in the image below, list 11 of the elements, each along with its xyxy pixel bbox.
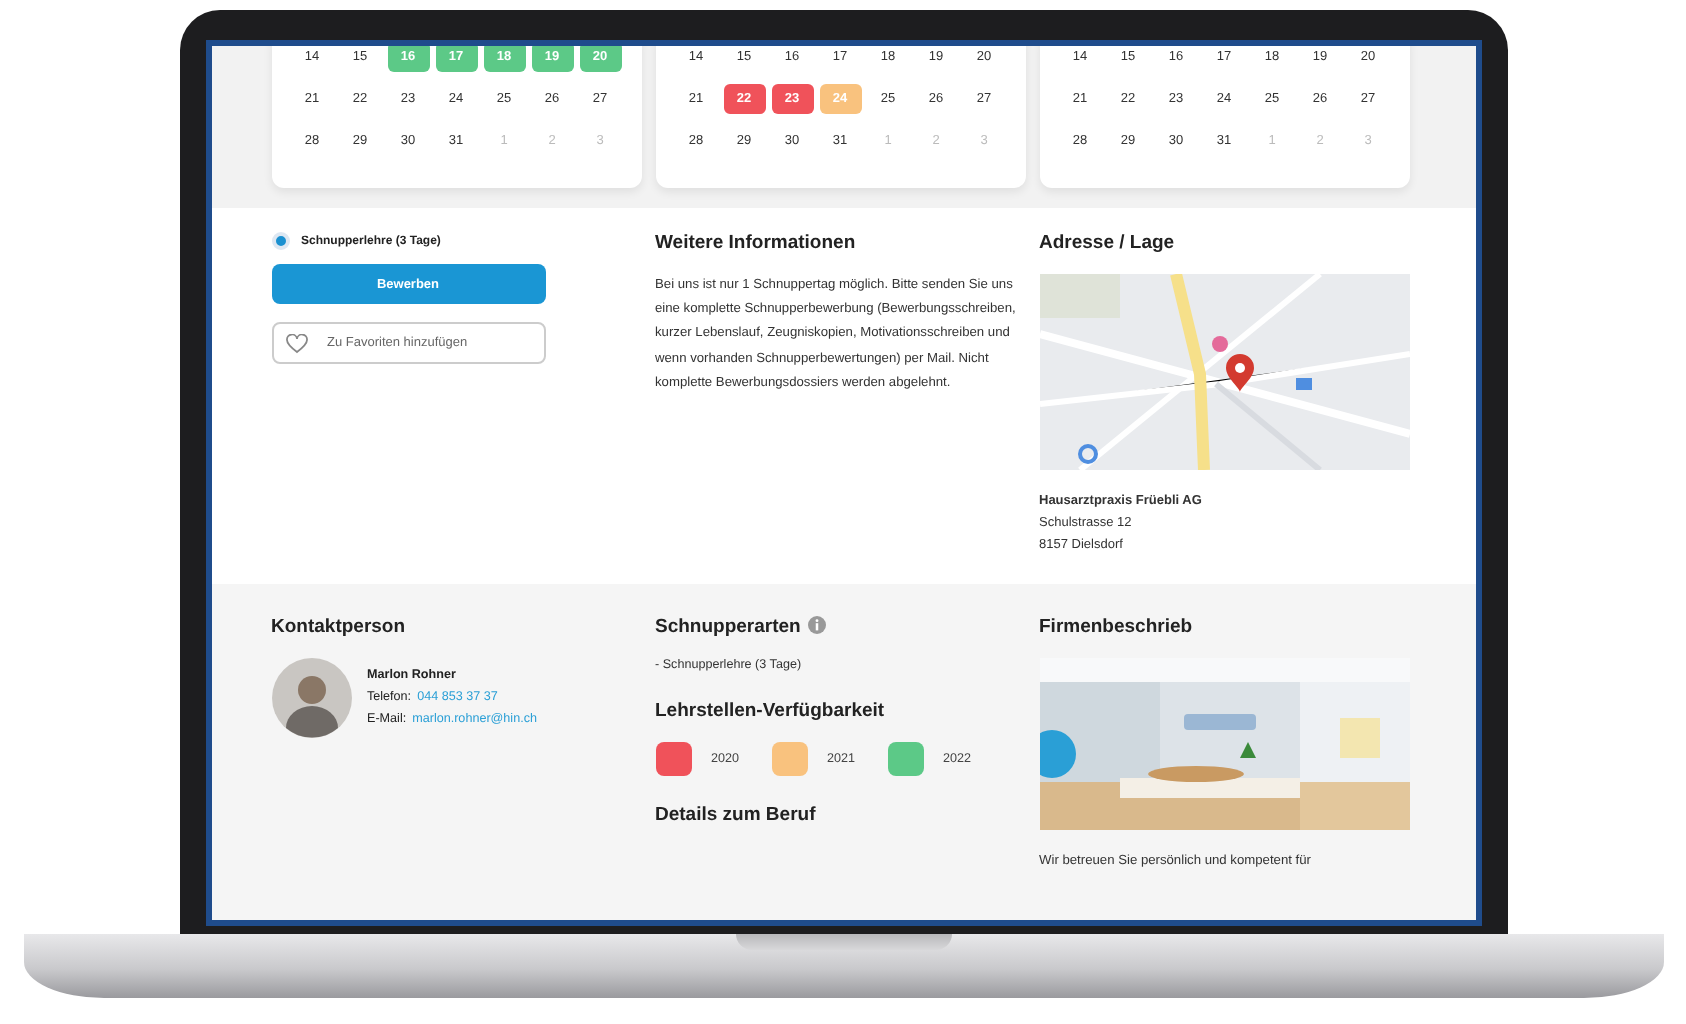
avatar	[271, 658, 351, 738]
section-title: Kontaktperson	[271, 616, 408, 638]
info-icon[interactable]	[808, 616, 827, 634]
section-title: Adresse / Lage	[1039, 232, 1177, 254]
section-title: Schnupperarten	[655, 616, 801, 638]
section-title: Weitere Informationen	[655, 232, 858, 254]
section-title: Details zum Beruf	[655, 804, 818, 826]
radio-button[interactable]	[271, 232, 289, 250]
heart-icon	[285, 333, 307, 353]
section-title: Firmenbeschrieb	[1039, 616, 1195, 638]
section-title: Lehrstellen-Verfügbarkeit	[655, 700, 887, 722]
